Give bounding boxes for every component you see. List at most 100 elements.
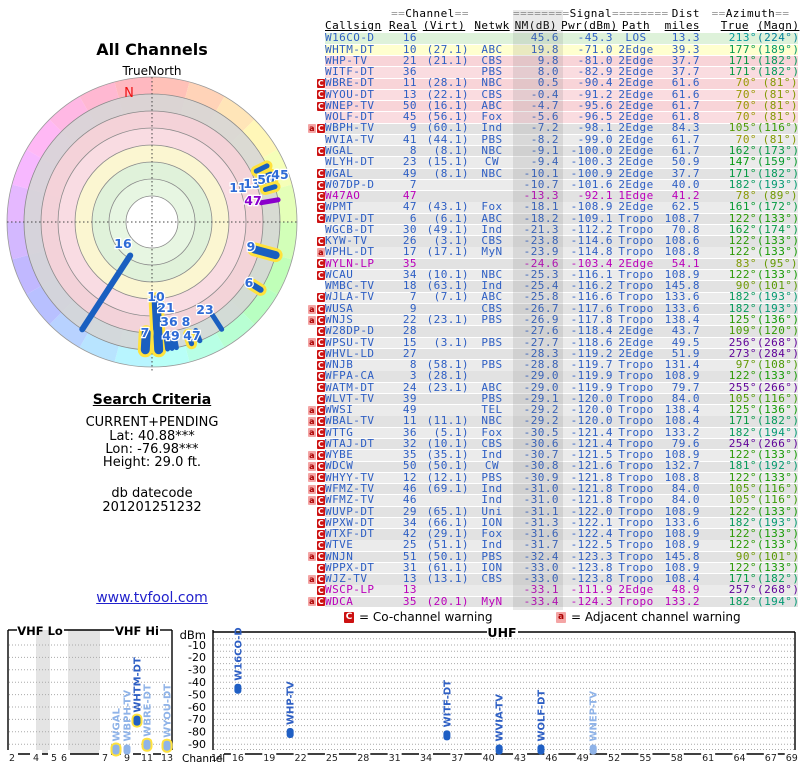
- co-channel-warning-icon: C: [317, 406, 325, 415]
- adjacent-warning-icon: a: [308, 124, 316, 133]
- x-tick-label: 16: [232, 753, 244, 764]
- co-channel-warning-icon: C: [317, 169, 325, 178]
- db-datecode-label: db datecode: [0, 486, 304, 501]
- station-table: ==Channel==========Signal========Dist==A…: [306, 8, 800, 32]
- warning-cell: C: [306, 169, 325, 178]
- y-tick-label: -20: [188, 651, 206, 664]
- warning-cell: C: [306, 327, 325, 336]
- co-channel-warning-icon: C: [317, 485, 325, 494]
- co-channel-warning-icon: C: [317, 564, 325, 573]
- co-channel-warning-icon: C: [317, 90, 325, 99]
- x-tick-label: 25: [326, 753, 338, 764]
- col-header: Netwk: [471, 20, 513, 32]
- x-tick-label: 52: [608, 753, 620, 764]
- x-tick-label: 40: [483, 753, 495, 764]
- tvfool-link[interactable]: www.tvfool.com: [96, 590, 208, 606]
- cell-virt: (21.1): [417, 56, 471, 67]
- channel-group-header: ==Channel==: [389, 8, 471, 20]
- warning-cell: C: [306, 203, 325, 212]
- site-link-container: www.tvfool.com: [0, 590, 304, 606]
- adjacent-warning-icon: a: [308, 575, 316, 584]
- co-channel-warning-icon: C: [317, 417, 325, 426]
- adjacent-warning-icon: a: [308, 417, 316, 426]
- warning-cell: aC: [306, 552, 325, 561]
- dist-group-header: Dist: [659, 8, 703, 20]
- x-tick-label: 43: [514, 753, 526, 764]
- channel-number-label: 8: [182, 314, 191, 329]
- uhf-label: UHF: [487, 625, 516, 640]
- warning-cell: C: [306, 271, 325, 280]
- x-tick-label: 11: [141, 753, 153, 764]
- x-tick-label: 46: [545, 753, 557, 764]
- co-channel-warning-icon: C: [317, 552, 325, 561]
- co-channel-warning-icon: C: [317, 575, 325, 584]
- cell-miles: 133.2: [659, 597, 703, 608]
- col-header: Real: [389, 20, 417, 32]
- table-header: ==Channel==========Signal========Dist==A…: [306, 8, 800, 32]
- station-marker: [113, 745, 120, 755]
- radar-title: All Channels: [0, 40, 304, 59]
- y-tick-label: -40: [188, 676, 206, 689]
- cell-virt: (13.1): [417, 574, 471, 585]
- signal-bar: [265, 187, 275, 190]
- co-channel-warning-icon: C: [317, 79, 325, 88]
- warning-cell: C: [306, 541, 325, 550]
- co-channel-warning-icon: C: [317, 102, 325, 111]
- adjacent-warning-icon: a: [317, 248, 325, 257]
- x-tick-label: 49: [577, 753, 589, 764]
- co-channel-warning-icon: C: [317, 383, 325, 392]
- vhf-lo-label: VHF Lo: [17, 624, 63, 638]
- x-tick-label: 22: [295, 753, 307, 764]
- cell-magn: (194°): [757, 597, 798, 608]
- table-body: W16CO-D1645.6-45.3LOS13.3213°(224°)WHTM-…: [306, 33, 798, 608]
- warning-cell: C: [306, 79, 325, 88]
- azimuth-group-header: ==Azimuth==: [703, 8, 798, 20]
- table-row: aCWDCA35(20.1)MyN-33.4-124.3Tropo133.218…: [306, 596, 798, 607]
- cell-pwr: -124.3: [561, 597, 613, 608]
- vhf-hi-label: VHF Hi: [115, 624, 159, 638]
- x-tick-label: 9: [124, 753, 130, 764]
- adjacent-warning-icon: a: [308, 552, 316, 561]
- co-channel-warning-icon: C: [317, 293, 325, 302]
- y-tick-label: -30: [188, 664, 206, 677]
- station-marker: [134, 716, 141, 726]
- y-tick-label: -80: [188, 726, 206, 739]
- warning-cell: C: [306, 259, 325, 268]
- x-tick-label: 7: [102, 753, 108, 764]
- y-tick-label: -70: [188, 713, 206, 726]
- co-channel-warning-icon: C: [317, 530, 325, 539]
- warning-cell: C: [306, 586, 325, 595]
- x-tick-label: 31: [389, 753, 401, 764]
- warning-cell: C: [306, 192, 325, 201]
- warning-cell: aC: [306, 473, 325, 482]
- station-label: W16CO-D: [233, 627, 244, 680]
- cell-netwk: CBS: [471, 574, 513, 585]
- band-gap: [36, 630, 50, 754]
- x-tick-label: 61: [702, 753, 714, 764]
- co-channel-warning-icon: C: [317, 192, 325, 201]
- warning-cell: C: [306, 102, 325, 111]
- x-tick-label: 28: [357, 753, 369, 764]
- cell-virt: (23.1): [417, 383, 471, 394]
- station-marker: [590, 745, 597, 755]
- x-tick-label: 4: [33, 753, 39, 764]
- co-channel-warning-icon: C: [317, 428, 325, 437]
- warning-cell: C: [306, 147, 325, 156]
- warning-cell: C: [306, 530, 325, 539]
- warning-cell: aC: [306, 428, 325, 437]
- station-label: WVIA-TV: [495, 694, 506, 742]
- station-label: WYOU-DT: [163, 684, 174, 738]
- station-label: WOLF-DT: [536, 690, 547, 742]
- x-tick-label: 67: [765, 753, 777, 764]
- col-header: NM(dB): [513, 20, 561, 32]
- co-channel-warning-icon: C: [317, 316, 325, 325]
- table-group-header: ==Channel==========Signal========Dist==A…: [306, 8, 800, 20]
- cell-netwk: PBS: [471, 360, 513, 371]
- co-channel-warning-icon: C: [317, 440, 325, 449]
- x-tick-label: 64: [733, 753, 745, 764]
- warning-cell: C: [306, 519, 325, 528]
- co-channel-warning-icon: C: [317, 327, 325, 336]
- cell-netwk: MyN: [471, 247, 513, 258]
- co-channel-warning-icon: C: [317, 597, 325, 606]
- north-orientation-label: TrueNorth: [0, 64, 304, 78]
